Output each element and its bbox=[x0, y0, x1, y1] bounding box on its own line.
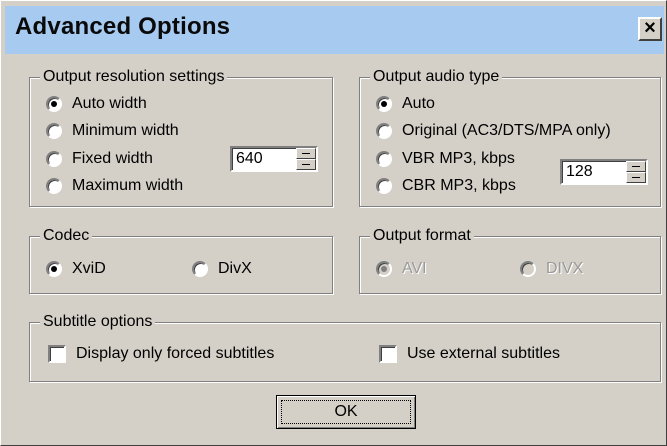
spin-down-button[interactable] bbox=[296, 159, 316, 170]
codec-group: Codec XviD DivX bbox=[29, 226, 333, 294]
resolution-group: Output resolution settings Auto width Mi… bbox=[29, 67, 333, 207]
radio-format-avi-indicator bbox=[376, 261, 392, 277]
checkbox-forced-subtitles-label: Display only forced subtitles bbox=[76, 345, 275, 362]
checkbox-external-subtitles-label: Use external subtitles bbox=[407, 345, 560, 362]
checkbox-forced-subtitles-box[interactable] bbox=[48, 345, 66, 363]
codec-legend: Codec bbox=[40, 226, 93, 246]
fixed-width-spinner[interactable]: 640 bbox=[230, 146, 318, 172]
radio-codec-divx[interactable]: DivX bbox=[192, 259, 252, 279]
radio-auto-width-indicator[interactable] bbox=[46, 96, 62, 112]
radio-maximum-width-indicator[interactable] bbox=[46, 178, 62, 194]
radio-minimum-width-label: Minimum width bbox=[72, 122, 179, 139]
radio-audio-cbr[interactable]: CBR MP3, kbps bbox=[376, 176, 516, 196]
radio-minimum-width-indicator[interactable] bbox=[46, 123, 62, 139]
radio-codec-xvid-indicator[interactable] bbox=[46, 261, 62, 277]
close-button[interactable]: × bbox=[638, 17, 662, 41]
radio-fixed-width[interactable]: Fixed width bbox=[46, 149, 153, 169]
radio-codec-xvid[interactable]: XviD bbox=[46, 259, 106, 279]
radio-audio-auto-indicator[interactable] bbox=[376, 96, 392, 112]
radio-minimum-width[interactable]: Minimum width bbox=[46, 121, 179, 141]
checkbox-forced-subtitles[interactable]: Display only forced subtitles bbox=[48, 344, 274, 364]
radio-auto-width[interactable]: Auto width bbox=[46, 94, 147, 114]
radio-audio-vbr-indicator[interactable] bbox=[376, 151, 392, 167]
radio-audio-cbr-indicator[interactable] bbox=[376, 178, 392, 194]
radio-audio-auto[interactable]: Auto bbox=[376, 94, 435, 114]
ok-button-label: OK bbox=[334, 403, 358, 420]
fixed-width-value[interactable]: 640 bbox=[236, 149, 263, 169]
radio-audio-original-label: Original (AC3/DTS/MPA only) bbox=[402, 122, 611, 139]
format-group: Output format AVI DIVX bbox=[359, 226, 661, 294]
radio-audio-original[interactable]: Original (AC3/DTS/MPA only) bbox=[376, 121, 611, 141]
bitrate-value[interactable]: 128 bbox=[566, 162, 593, 182]
bitrate-spin-down-button[interactable] bbox=[626, 172, 646, 183]
title-bar[interactable]: Advanced Options × bbox=[5, 6, 664, 54]
radio-codec-divx-label: DivX bbox=[218, 260, 252, 277]
radio-audio-original-indicator[interactable] bbox=[376, 123, 392, 139]
checkbox-external-subtitles-box[interactable] bbox=[379, 345, 397, 363]
bitrate-spin-up-button[interactable] bbox=[626, 161, 646, 172]
radio-fixed-width-label: Fixed width bbox=[72, 150, 153, 167]
spin-up-button[interactable] bbox=[296, 148, 316, 159]
format-legend: Output format bbox=[370, 226, 474, 246]
radio-audio-vbr-label: VBR MP3, kbps bbox=[402, 150, 515, 167]
audio-legend: Output audio type bbox=[370, 67, 503, 87]
bitrate-spin-buttons[interactable] bbox=[626, 161, 646, 183]
bitrate-spinner[interactable]: 128 bbox=[560, 159, 648, 185]
radio-auto-width-label: Auto width bbox=[72, 95, 147, 112]
radio-maximum-width-label: Maximum width bbox=[72, 177, 184, 194]
ok-button[interactable]: OK bbox=[276, 395, 416, 429]
radio-format-avi-label: AVI bbox=[402, 260, 427, 277]
radio-codec-divx-indicator[interactable] bbox=[192, 261, 208, 277]
radio-format-divx-indicator bbox=[520, 261, 536, 277]
radio-audio-auto-label: Auto bbox=[402, 95, 435, 112]
radio-codec-xvid-label: XviD bbox=[72, 260, 106, 277]
radio-audio-vbr[interactable]: VBR MP3, kbps bbox=[376, 149, 515, 169]
fixed-width-spin-buttons[interactable] bbox=[296, 148, 316, 170]
radio-format-divx-label: DIVX bbox=[546, 260, 584, 277]
advanced-options-dialog: Advanced Options × Output resolution set… bbox=[0, 0, 667, 446]
audio-group: Output audio type Auto Original (AC3/DTS… bbox=[359, 67, 661, 207]
radio-audio-cbr-label: CBR MP3, kbps bbox=[402, 177, 516, 194]
subtitle-legend: Subtitle options bbox=[40, 312, 156, 332]
radio-fixed-width-indicator[interactable] bbox=[46, 151, 62, 167]
checkbox-external-subtitles[interactable]: Use external subtitles bbox=[379, 344, 560, 364]
subtitle-group: Subtitle options Display only forced sub… bbox=[29, 312, 661, 382]
radio-format-avi: AVI bbox=[376, 259, 427, 279]
dialog-title: Advanced Options bbox=[15, 13, 231, 40]
radio-maximum-width[interactable]: Maximum width bbox=[46, 176, 183, 196]
radio-format-divx: DIVX bbox=[520, 259, 583, 279]
resolution-legend: Output resolution settings bbox=[40, 67, 228, 87]
